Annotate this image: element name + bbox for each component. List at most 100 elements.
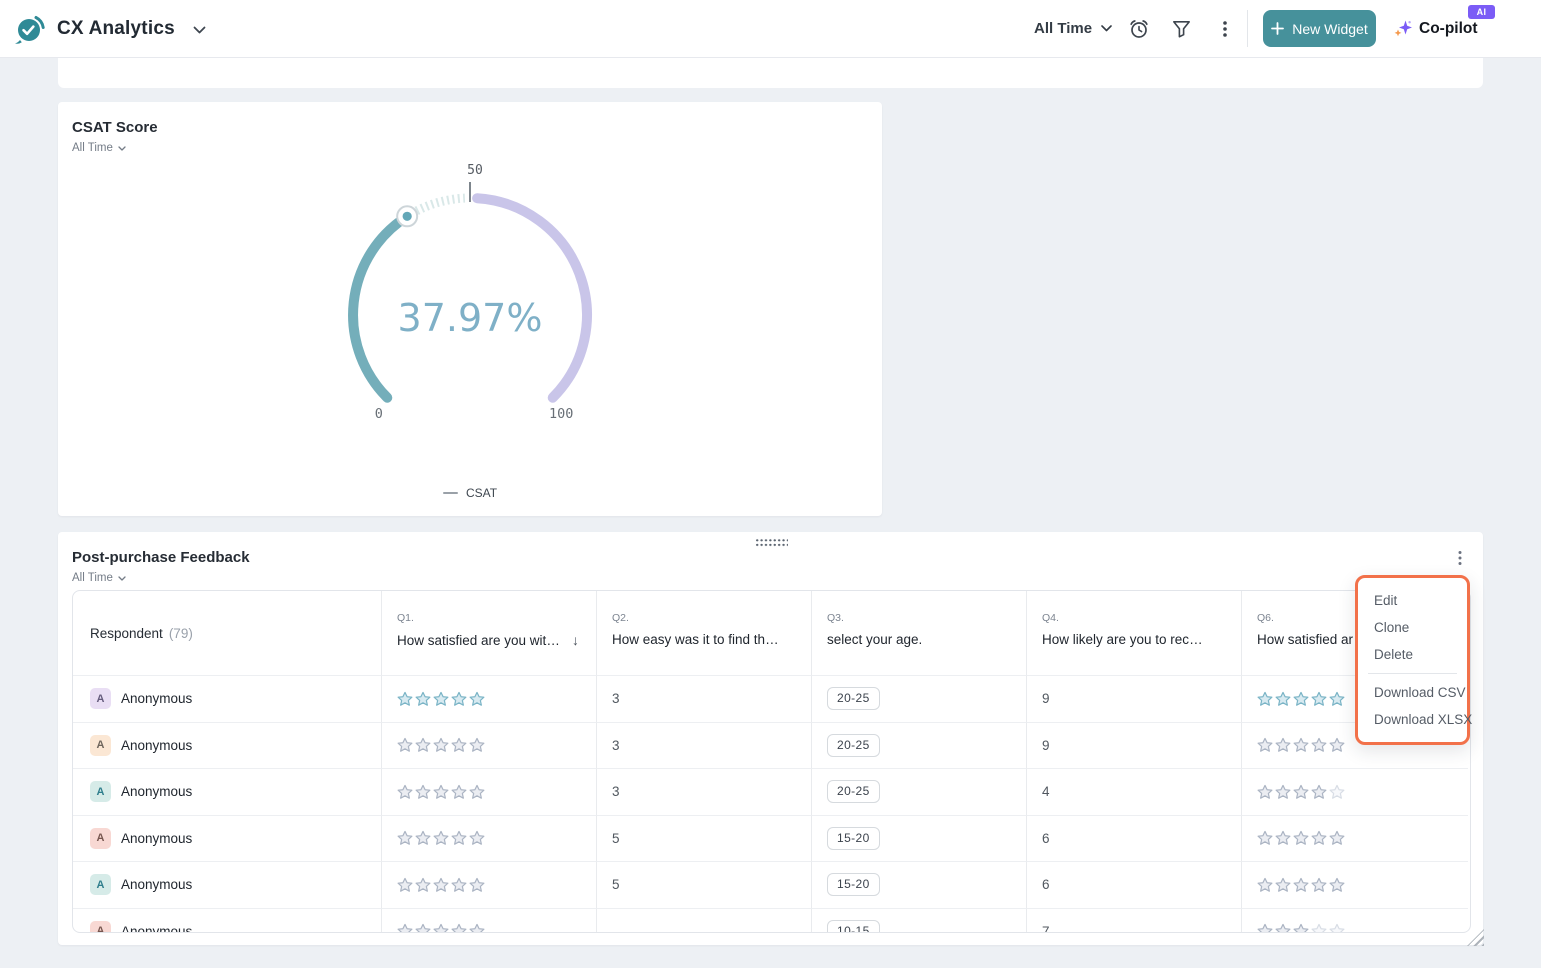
star-icon <box>397 830 413 846</box>
global-time-filter[interactable]: All Time <box>1034 0 1112 57</box>
star-icon <box>1293 830 1309 846</box>
respondent-cell[interactable]: AAnonymous <box>73 815 381 862</box>
q4-value-cell: 9 <box>1026 675 1241 722</box>
star-icon <box>1275 737 1291 753</box>
sort-descending-icon[interactable]: ↓ <box>572 632 579 648</box>
respondent-cell[interactable]: AAnonymous <box>73 768 381 815</box>
cropped-widget-above <box>58 57 1483 88</box>
star-icon <box>1275 923 1291 933</box>
star-icon <box>469 737 485 753</box>
star-icon <box>433 923 449 933</box>
menu-item-delete[interactable]: Delete <box>1358 641 1467 668</box>
age-range-chip: 20-25 <box>827 734 880 757</box>
star-icon <box>397 691 413 707</box>
csat-widget-time-filter[interactable]: All Time <box>72 142 126 154</box>
csat-score-widget-card: CSAT Score All Time 5037.97%0100 CSAT <box>58 102 882 516</box>
avatar: A <box>90 828 111 849</box>
widget-drag-handle[interactable] <box>755 538 788 547</box>
menu-item-download-csv[interactable]: Download CSV <box>1358 679 1467 706</box>
ai-badge: AI <box>1468 5 1495 19</box>
q2-value-cell <box>596 908 811 934</box>
more-options-kebab-icon[interactable] <box>1213 17 1236 40</box>
star-rating <box>1257 737 1345 753</box>
plus-icon <box>1271 22 1284 35</box>
app-switcher[interactable]: CX Analytics <box>14 0 206 57</box>
star-rating <box>1257 877 1345 893</box>
star-icon <box>1293 923 1309 933</box>
star-icon <box>451 737 467 753</box>
respondent-cell[interactable]: AAnonymous <box>73 722 381 769</box>
menu-item-edit[interactable]: Edit <box>1358 587 1467 614</box>
star-icon <box>1311 830 1327 846</box>
respondent-count: (79) <box>169 626 193 641</box>
star-icon <box>469 691 485 707</box>
respondent-cell[interactable]: AAnonymous <box>73 908 381 934</box>
respondent-cell[interactable]: AAnonymous <box>73 861 381 908</box>
time-filter-label: All Time <box>72 142 113 154</box>
star-icon <box>1329 877 1345 893</box>
menu-item-clone[interactable]: Clone <box>1358 614 1467 641</box>
star-icon <box>433 877 449 893</box>
q1-rating-cell <box>381 722 596 769</box>
alarm-clock-icon[interactable] <box>1127 17 1150 40</box>
star-icon <box>1257 784 1273 800</box>
star-icon <box>415 784 431 800</box>
q3-age-cell: 15-20 <box>811 861 1026 908</box>
q1-rating-cell <box>381 908 596 934</box>
star-icon <box>1329 784 1345 800</box>
star-rating <box>1257 830 1345 846</box>
star-rating <box>1257 691 1345 707</box>
feedback-widget-title: Post-purchase Feedback <box>72 549 250 566</box>
respondent-cell[interactable]: AAnonymous <box>73 675 381 722</box>
topbar-divider <box>1247 10 1248 47</box>
gauge-threshold-label: 50 <box>467 163 483 178</box>
q2-value-cell: 3 <box>596 722 811 769</box>
star-icon <box>469 877 485 893</box>
star-rating <box>397 784 485 800</box>
star-icon <box>451 877 467 893</box>
age-range-chip: 20-25 <box>827 780 880 803</box>
q2-value-cell: 5 <box>596 815 811 862</box>
q2-value-cell: 3 <box>596 675 811 722</box>
star-icon <box>433 830 449 846</box>
column-header-q2: Q2.How easy was it to find the pr… <box>596 591 811 675</box>
star-icon <box>1275 691 1291 707</box>
gauge-max-label: 100 <box>549 406 573 422</box>
q6-rating-cell <box>1241 815 1468 862</box>
menu-item-download-xlsx[interactable]: Download XLSX <box>1358 706 1467 733</box>
q2-value-cell: 3 <box>596 768 811 815</box>
star-icon <box>1311 877 1327 893</box>
new-widget-button[interactable]: New Widget <box>1263 10 1376 47</box>
star-icon <box>1329 737 1345 753</box>
star-icon <box>397 877 413 893</box>
question-title: How satisfied ar <box>1257 632 1353 647</box>
star-icon <box>433 737 449 753</box>
question-title: How easy was it to find the pr… <box>612 632 780 647</box>
star-icon <box>1275 877 1291 893</box>
q4-value-cell: 4 <box>1026 768 1241 815</box>
age-range-chip: 15-20 <box>827 873 880 896</box>
star-icon <box>451 691 467 707</box>
question-number-label: Q3. <box>827 612 1014 624</box>
time-filter-label: All Time <box>1034 20 1092 37</box>
star-icon <box>1293 691 1309 707</box>
respondent-name: Anonymous <box>121 691 192 706</box>
star-icon <box>469 830 485 846</box>
star-icon <box>1329 691 1345 707</box>
star-icon <box>1257 737 1273 753</box>
respondent-name: Anonymous <box>121 924 192 933</box>
widget-menu-kebab-icon[interactable] <box>1450 548 1470 568</box>
csat-gauge-chart: 5037.97%0100 <box>58 160 882 460</box>
star-icon <box>1257 691 1273 707</box>
q3-age-cell: 20-25 <box>811 675 1026 722</box>
app-logo-icon <box>14 13 46 45</box>
star-icon <box>1311 923 1327 933</box>
q6-rating-cell <box>1241 768 1468 815</box>
q6-rating-cell <box>1241 861 1468 908</box>
copilot-button[interactable]: Co-pilot <box>1394 0 1478 57</box>
legend-label: CSAT <box>466 486 497 500</box>
csat-legend-item[interactable]: CSAT <box>58 486 882 500</box>
feedback-widget-time-filter[interactable]: All Time <box>72 572 126 584</box>
avatar: A <box>90 735 111 756</box>
filter-funnel-icon[interactable] <box>1170 17 1193 40</box>
